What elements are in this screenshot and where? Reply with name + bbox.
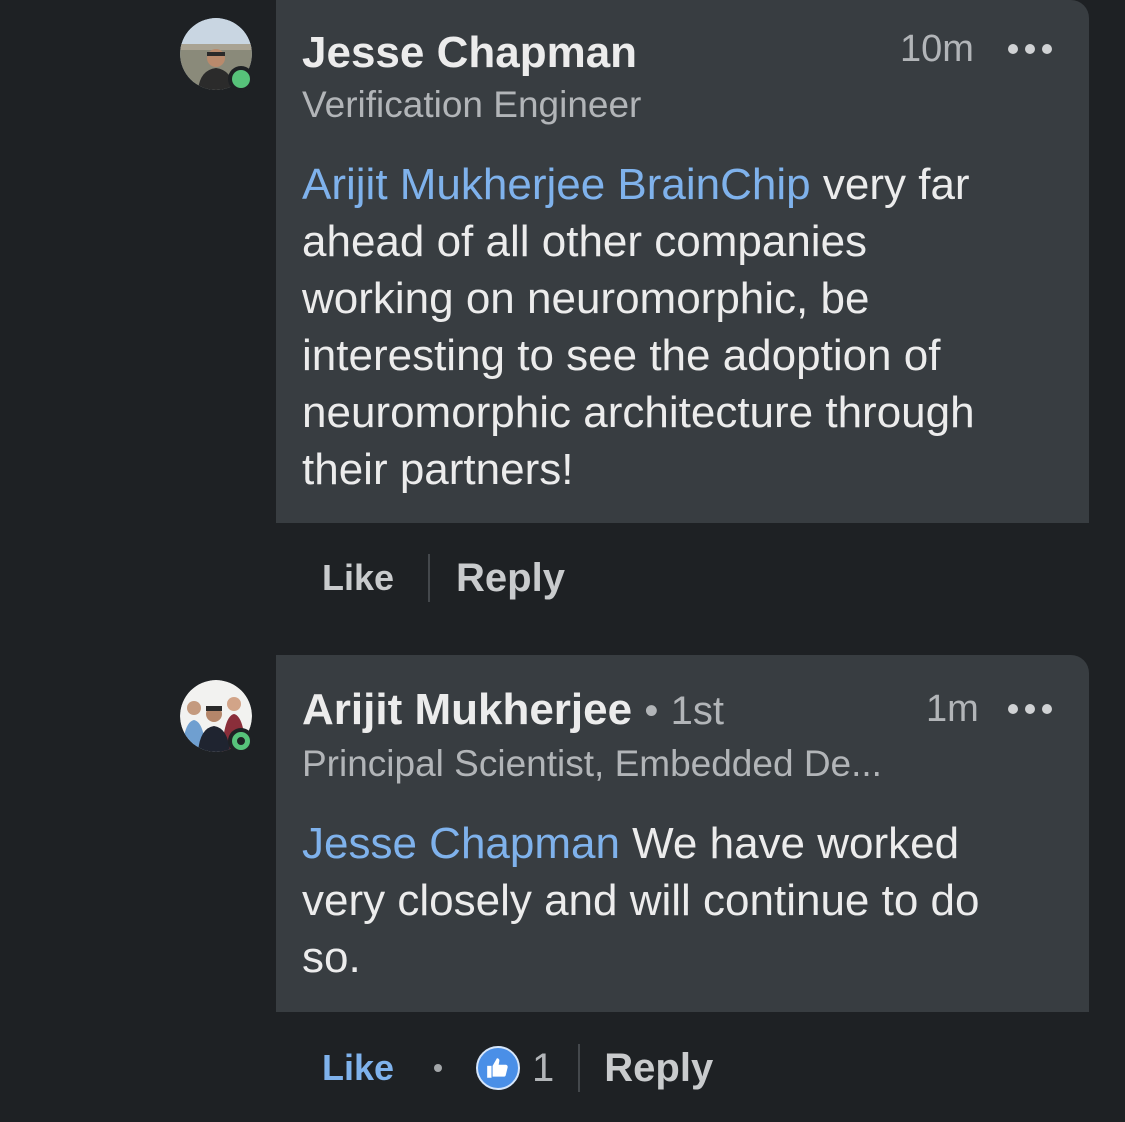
thumbs-up-glyph (487, 1058, 508, 1078)
author-name-text: Arijit Mukherjee (302, 685, 633, 734)
comment-text-segment: very far (810, 160, 970, 209)
comment-actions: Like 1 Reply (322, 1038, 713, 1098)
author-name[interactable]: Arijit Mukherjee • 1st (302, 685, 724, 735)
recently-active-status-icon (228, 728, 254, 754)
timestamp: 1m (926, 688, 979, 730)
author-name[interactable]: Jesse Chapman (302, 28, 637, 78)
action-divider (428, 554, 431, 602)
mention-link[interactable]: Arijit Mukherjee BrainChip (302, 160, 811, 209)
comment-line-1: Arijit Mukherjee BrainChip very far (302, 156, 1072, 213)
comment-bubble: Arijit Mukherjee • 1st Principal Scienti… (276, 655, 1089, 1012)
author-headline: Verification Engineer (302, 84, 642, 125)
comment-line-2: very closely and will continue to do (302, 876, 980, 925)
comment-line-4: interesting to see the adoption of (302, 331, 941, 380)
comment-text-segment: We have worked (619, 819, 960, 868)
comment-actions: Like Reply (322, 548, 565, 608)
reply-button[interactable]: Reply (604, 1046, 713, 1091)
connection-degree: 1st (670, 689, 724, 733)
thumbs-up-icon[interactable] (476, 1046, 521, 1090)
timestamp: 10m (900, 28, 974, 70)
online-status-icon (228, 66, 254, 92)
comment-bubble: Jesse Chapman Verification Engineer 10m … (276, 0, 1089, 523)
comment-line-3: so. (302, 933, 361, 982)
comment-text: Jesse Chapman We have worked very closel… (302, 815, 1072, 986)
author-headline: Principal Scientist, Embedded De... (302, 743, 882, 784)
avatar[interactable] (180, 680, 254, 754)
action-divider (578, 1044, 581, 1092)
like-button[interactable]: Like (322, 557, 394, 599)
action-dot-separator (434, 1064, 443, 1072)
reaction-count[interactable]: 1 (532, 1046, 554, 1091)
avatar[interactable] (180, 18, 254, 92)
connection-degree-separator: • (644, 689, 659, 733)
comment-line-6: their partners! (302, 445, 574, 494)
reply-button[interactable]: Reply (456, 556, 565, 601)
comment-line-1: Jesse Chapman We have worked (302, 815, 1072, 872)
more-options-icon[interactable] (1008, 43, 1052, 55)
comment-text: Arijit Mukherjee BrainChip very far ahea… (302, 156, 1072, 498)
like-button[interactable]: Like (322, 1047, 394, 1089)
more-options-icon[interactable] (1008, 703, 1052, 715)
comment-line-5: neuromorphic architecture through (302, 388, 975, 437)
comment-line-2: ahead of all other companies (302, 217, 868, 266)
comment-line-3: working on neuromorphic, be (302, 274, 870, 323)
mention-link[interactable]: Jesse Chapman (302, 819, 620, 868)
